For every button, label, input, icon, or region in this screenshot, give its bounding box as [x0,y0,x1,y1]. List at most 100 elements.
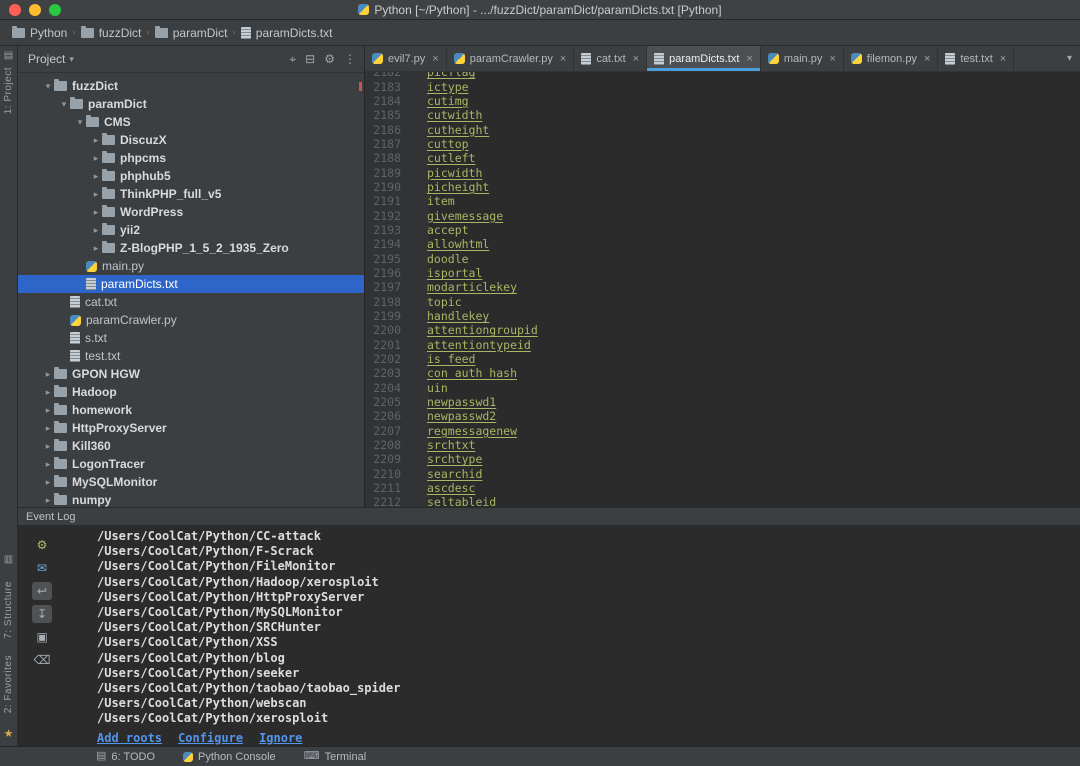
editor-line[interactable]: 2211 ascdesc [365,481,1080,495]
editor-tab[interactable]: cat.txt × [574,46,648,71]
soft-wrap-icon[interactable]: ↩ [32,582,52,600]
editor-line[interactable]: 2196 isportal [365,266,1080,280]
breadcrumb-item[interactable]: Python [10,25,69,40]
editor-line[interactable]: 2212 seltableid [365,495,1080,507]
tree-collapsed-arrow-icon[interactable]: ▸ [42,423,54,434]
tree-collapsed-arrow-icon[interactable]: ▸ [90,135,102,146]
editor-tab[interactable]: paramCrawler.py × [447,46,575,71]
structure-tool-button[interactable]: 7: Structure [3,581,14,639]
tree-item[interactable]: paramDicts.txt [18,275,364,293]
editor-line[interactable]: 2198 topic [365,295,1080,309]
tab-close-icon[interactable]: × [746,53,752,65]
tree-item[interactable]: s.txt [18,329,364,347]
editor[interactable]: 2182 picflag 2183 ictype 2184 cutimg 2185 cutwi… [365,72,1080,507]
editor-tab[interactable]: main.py × [761,46,844,71]
editor-line[interactable]: 2203 con_auth_hash [365,366,1080,380]
tree-item[interactable]: ▸ Hadoop [18,383,364,401]
tabs-list-icon[interactable]: ▾ [1059,53,1080,64]
tree-expanded-arrow-icon[interactable]: ▾ [42,81,54,92]
editor-line[interactable]: 2209 srchtype [365,452,1080,466]
tree-item[interactable]: ▸ WordPress [18,203,364,221]
editor-line[interactable]: 2195 doodle [365,251,1080,266]
editor-line[interactable]: 2199 handlekey [365,309,1080,323]
tree-item[interactable]: cat.txt [18,293,364,311]
editor-line[interactable]: 2191 item [365,194,1080,208]
editor-line[interactable]: 2192 givemessage [365,208,1080,223]
close-window-button[interactable] [9,4,21,16]
tree-collapsed-arrow-icon[interactable]: ▸ [42,441,54,452]
tab-close-icon[interactable]: × [829,53,835,65]
status-item-terminal[interactable]: ⌨ Terminal [304,751,366,763]
editor-line[interactable]: 2210 searchid [365,467,1080,481]
tree-item[interactable]: ▸ Kill360 [18,437,364,455]
locate-file-icon[interactable]: ⌖ [289,52,296,67]
tree-item[interactable]: ▸ LogonTracer [18,455,364,473]
tree-expanded-arrow-icon[interactable]: ▾ [74,117,86,128]
add-roots-link[interactable]: Add roots [97,731,162,745]
tree-collapsed-arrow-icon[interactable]: ▸ [90,225,102,236]
settings-gear-icon[interactable]: ⚙ [32,536,52,554]
editor-line[interactable]: 2204 uin [365,381,1080,395]
tree-item[interactable]: main.py [18,257,364,275]
editor-line[interactable]: 2206 newpasswd2 [365,409,1080,423]
project-view-selector[interactable]: Project ▾ [28,52,74,66]
tree-item[interactable]: ▸ phpcms [18,149,364,167]
tree-collapsed-arrow-icon[interactable]: ▸ [90,189,102,200]
breadcrumb-item[interactable]: fuzzDict [79,25,144,40]
tree-item[interactable]: ▾ CMS [18,113,364,131]
tree-collapsed-arrow-icon[interactable]: ▸ [42,405,54,416]
editor-line[interactable]: 2187 cuttop [365,137,1080,151]
tab-close-icon[interactable]: × [1000,53,1006,65]
editor-line[interactable]: 2194 allowhtml [365,237,1080,251]
tree-item[interactable]: ▾ paramDict [18,95,364,113]
editor-line[interactable]: 2183 ictype [365,79,1080,94]
configure-link[interactable]: Configure [178,731,243,745]
editor-line[interactable]: 2200 attentiongroupid [365,323,1080,337]
tree-collapsed-arrow-icon[interactable]: ▸ [42,387,54,398]
project-tool-icon[interactable]: ▤ [4,51,13,61]
clear-all-icon[interactable]: ⌫ [32,651,52,669]
tree-item[interactable]: ▸ yii2 [18,221,364,239]
tab-close-icon[interactable]: × [633,53,639,65]
tree-item[interactable]: ▸ DiscuzX [18,131,364,149]
editor-line[interactable]: 2185 cutwidth [365,108,1080,122]
tree-item[interactable]: ▸ HttpProxyServer [18,419,364,437]
editor-line[interactable]: 2197 modarticlekey [365,280,1080,294]
tree-collapsed-arrow-icon[interactable]: ▸ [90,153,102,164]
editor-tab[interactable]: test.txt × [938,46,1015,71]
editor-line[interactable]: 2208 srchtxt [365,438,1080,452]
editor-line[interactable]: 2189 picwidth [365,165,1080,180]
tree-collapsed-arrow-icon[interactable]: ▸ [90,243,102,254]
tree-item[interactable]: ▸ GPON HGW [18,365,364,383]
tree-collapsed-arrow-icon[interactable]: ▸ [42,495,54,506]
tree-collapsed-arrow-icon[interactable]: ▸ [90,207,102,218]
tree-item[interactable]: ▸ numpy [18,491,364,507]
editor-line[interactable]: 2193 accept [365,223,1080,237]
favorites-star-icon[interactable]: ★ [4,729,14,740]
editor-tab[interactable]: filemon.py × [844,46,939,71]
tree-collapsed-arrow-icon[interactable]: ▸ [90,171,102,182]
editor-tab[interactable]: evil7.py × [365,46,447,71]
tree-collapsed-arrow-icon[interactable]: ▸ [42,459,54,470]
hide-panel-icon[interactable]: ⋮ [344,52,356,67]
tree-collapsed-arrow-icon[interactable]: ▸ [42,369,54,380]
editor-line[interactable]: 2188 cutleft [365,151,1080,165]
structure-tool-icon[interactable]: ▥ [4,555,13,565]
editor-line[interactable]: 2207 regmessagenew [365,424,1080,438]
collapse-all-icon[interactable]: ⊟ [305,52,315,67]
editor-line[interactable]: 2182 picflag [365,72,1080,79]
tab-close-icon[interactable]: × [924,53,930,65]
tree-collapsed-arrow-icon[interactable]: ▸ [42,477,54,488]
tab-close-icon[interactable]: × [432,53,438,65]
tree-item[interactable]: ▸ ThinkPHP_full_v5 [18,185,364,203]
expand-all-icon[interactable]: ▣ [32,628,52,646]
notifications-icon[interactable]: ✉ [32,559,52,577]
editor-line[interactable]: 2190 picheight [365,180,1080,194]
editor-line[interactable]: 2186 cutheight [365,122,1080,137]
tree-item[interactable]: ▸ MySQLMonitor [18,473,364,491]
ignore-link[interactable]: Ignore [259,731,302,745]
tree-item[interactable]: test.txt [18,347,364,365]
editor-line[interactable]: 2205 newpasswd1 [365,395,1080,409]
tree-item[interactable]: ▸ phphub5 [18,167,364,185]
tab-close-icon[interactable]: × [560,53,566,65]
